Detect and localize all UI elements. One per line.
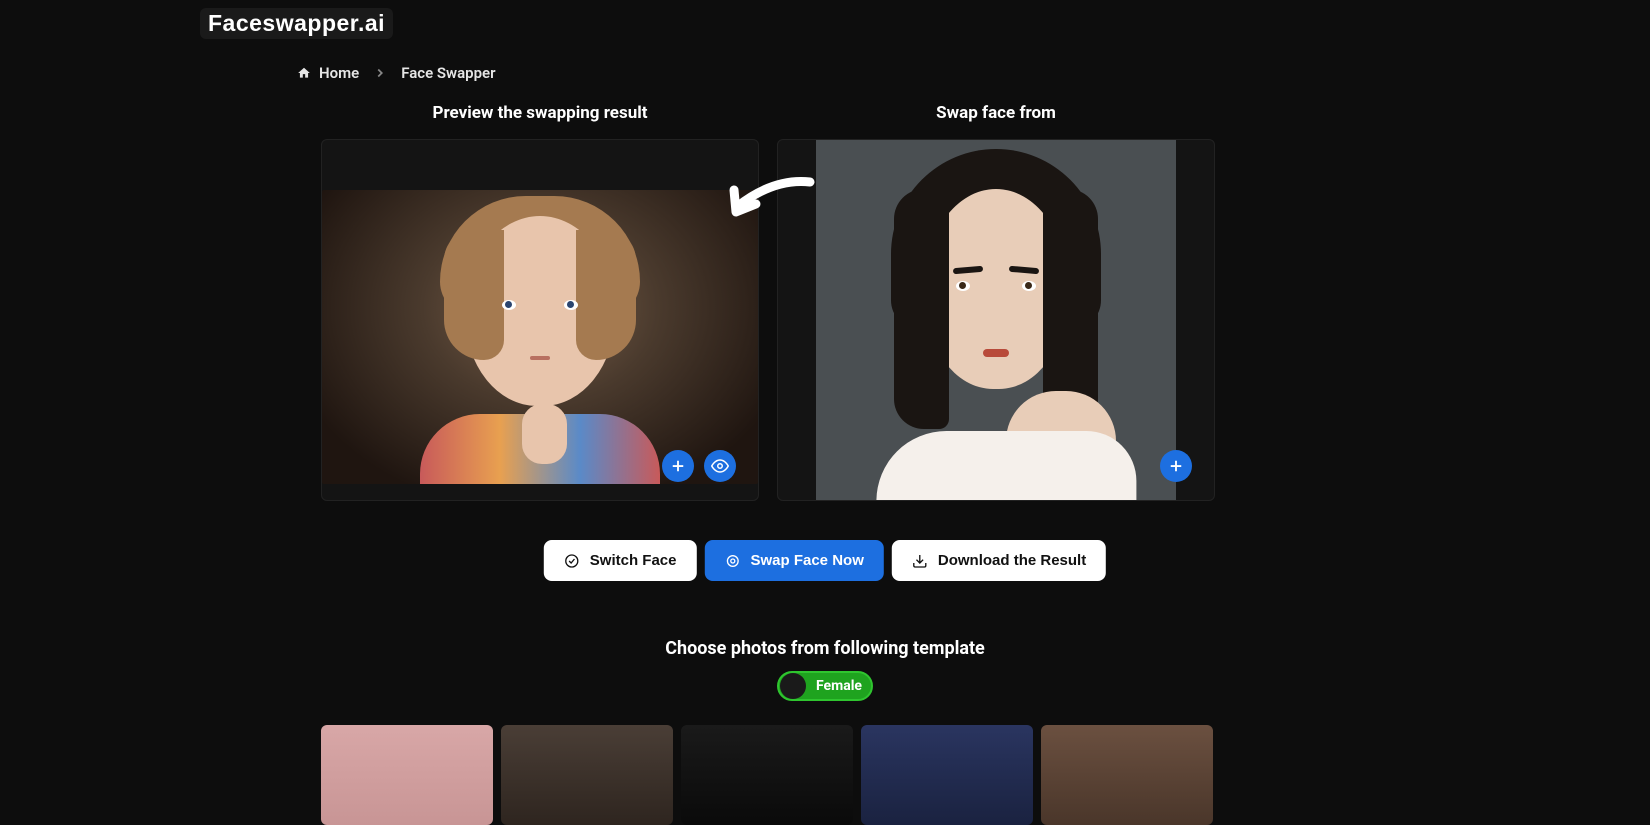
breadcrumb-home[interactable]: Home bbox=[297, 64, 359, 82]
breadcrumb-home-label: Home bbox=[319, 64, 359, 82]
template-section-title: Choose photos from following template bbox=[665, 638, 985, 659]
breadcrumb: Home Face Swapper bbox=[297, 64, 496, 82]
chevron-right-icon bbox=[373, 66, 387, 80]
swap-arrow-icon bbox=[724, 172, 816, 222]
swap-face-label: Swap Face Now bbox=[750, 552, 863, 569]
target-icon bbox=[724, 553, 740, 569]
preview-image bbox=[322, 190, 758, 484]
swap-face-button[interactable]: Swap Face Now bbox=[704, 540, 883, 581]
template-thumb[interactable] bbox=[681, 725, 853, 825]
eye-icon bbox=[711, 457, 729, 475]
template-thumb[interactable] bbox=[1041, 725, 1213, 825]
add-preview-button[interactable] bbox=[662, 450, 694, 482]
plus-icon bbox=[669, 457, 687, 475]
plus-icon bbox=[1167, 457, 1185, 475]
gender-toggle[interactable]: Female bbox=[777, 671, 873, 701]
preview-panel-title: Preview the swapping result bbox=[433, 103, 648, 123]
template-thumb[interactable] bbox=[861, 725, 1033, 825]
brand-logo[interactable]: Faceswapper.ai bbox=[200, 8, 393, 39]
preview-panel bbox=[321, 139, 759, 501]
switch-face-button[interactable]: Switch Face bbox=[544, 540, 697, 581]
toggle-label: Female bbox=[816, 678, 862, 694]
home-icon bbox=[297, 66, 311, 80]
source-panel bbox=[777, 139, 1215, 501]
download-icon bbox=[912, 553, 928, 569]
template-grid bbox=[321, 725, 1213, 825]
switch-icon bbox=[564, 553, 580, 569]
source-panel-title: Swap face from bbox=[936, 103, 1056, 123]
source-image bbox=[816, 139, 1176, 501]
download-button[interactable]: Download the Result bbox=[892, 540, 1106, 581]
template-thumb[interactable] bbox=[501, 725, 673, 825]
toggle-knob bbox=[780, 673, 806, 699]
view-preview-button[interactable] bbox=[704, 450, 736, 482]
template-thumb[interactable] bbox=[321, 725, 493, 825]
breadcrumb-current: Face Swapper bbox=[401, 64, 495, 82]
add-source-button[interactable] bbox=[1160, 450, 1192, 482]
download-label: Download the Result bbox=[938, 552, 1086, 569]
switch-face-label: Switch Face bbox=[590, 552, 677, 569]
